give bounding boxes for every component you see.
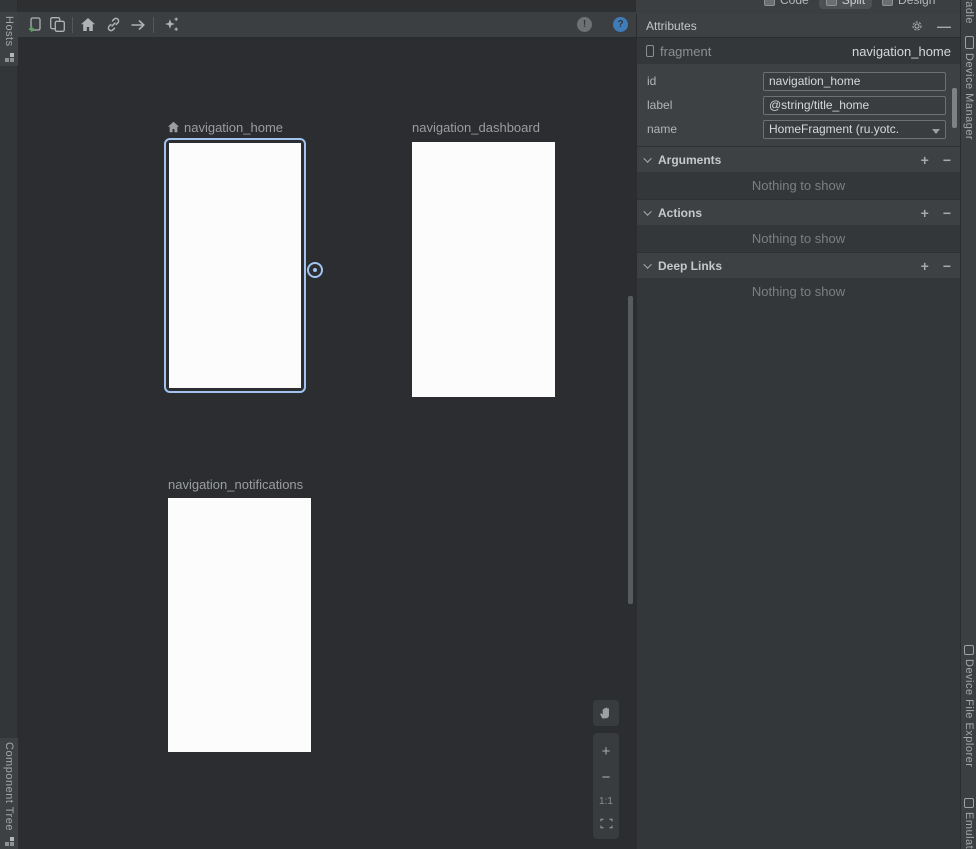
- emulator-icon: [964, 798, 974, 808]
- selected-component-row: fragment navigation_home: [637, 38, 960, 64]
- design-icon: [882, 0, 893, 6]
- section-header-actions[interactable]: Actions + −: [637, 199, 960, 225]
- canvas-vertical-scrollbar[interactable]: [628, 296, 633, 604]
- chevron-down-icon: [932, 129, 940, 134]
- gear-icon[interactable]: [910, 19, 924, 33]
- tab-code[interactable]: Code: [764, 0, 809, 7]
- panel-scrollbar[interactable]: [952, 88, 957, 128]
- tool-window-tab-device-file-explorer[interactable]: Device File Explorer: [961, 645, 976, 767]
- editor-tabs-strip: Code Split Design: [636, 0, 960, 14]
- id-field[interactable]: [763, 72, 946, 91]
- zoom-in-button[interactable]: +: [602, 744, 611, 759]
- destination-preview-home: [169, 143, 301, 388]
- new-destination-icon: [27, 16, 44, 33]
- home-icon: [80, 17, 96, 32]
- hand-pan-icon: [599, 706, 613, 720]
- hosts-icon: [4, 52, 14, 62]
- actions-empty-state: Nothing to show: [637, 225, 960, 252]
- link-icon: [105, 16, 122, 33]
- nav-graph-canvas[interactable]: navigation_home navigation_dashboard nav…: [18, 38, 636, 849]
- navigation-editor-window: Hosts Component Tree Code Split Design: [0, 0, 976, 849]
- section-header-arguments[interactable]: Arguments + −: [637, 146, 960, 172]
- tool-window-tab-device-manager[interactable]: Device Manager: [961, 36, 976, 140]
- remove-deep-link-button[interactable]: −: [943, 259, 951, 273]
- destination-card-home[interactable]: [164, 138, 306, 393]
- destination-label-home: navigation_home: [167, 119, 283, 135]
- nested-graph-icon: [49, 16, 66, 33]
- component-type: fragment: [660, 44, 711, 59]
- destination-label-dashboard: navigation_dashboard: [412, 119, 540, 135]
- deep-links-empty-state: Nothing to show: [637, 278, 960, 305]
- toolbar-separator: [72, 17, 73, 33]
- zoom-controls: + − 1:1: [593, 733, 619, 839]
- attribute-fields: id label name HomeFragment (ru.yotc.: [637, 64, 960, 146]
- code-icon: [764, 0, 775, 6]
- component-tree-tab-label: Component Tree: [3, 742, 15, 831]
- component-tree-icon: [4, 836, 14, 846]
- remove-action-button[interactable]: −: [943, 206, 951, 220]
- add-action-button[interactable]: +: [921, 206, 929, 220]
- hide-panel-icon[interactable]: —: [937, 19, 951, 33]
- add-deep-link-button[interactable]: +: [921, 259, 929, 273]
- deep-link-button[interactable]: [102, 14, 124, 36]
- canvas-top-strip: [18, 0, 636, 12]
- action-button[interactable]: [127, 14, 149, 36]
- zoom-out-button[interactable]: −: [602, 770, 611, 785]
- zoom-to-100-button[interactable]: 1:1: [599, 796, 613, 807]
- magic-sparkle-icon: [162, 16, 180, 33]
- tool-window-tab-hosts[interactable]: Hosts: [0, 12, 18, 66]
- chevron-down-icon: [643, 154, 651, 162]
- toolbar-right-icons: ! ?: [577, 17, 636, 32]
- tool-window-tab-emulator[interactable]: Emulator: [961, 798, 976, 849]
- right-tool-stripe: Gradle Device Manager Device File Explor…: [960, 0, 976, 849]
- device-file-explorer-icon: [964, 645, 974, 655]
- auto-arrange-button[interactable]: [160, 14, 182, 36]
- label-field[interactable]: [763, 96, 946, 115]
- hosts-tab-label: Hosts: [3, 16, 15, 47]
- action-handle[interactable]: [307, 262, 323, 278]
- name-field-label: name: [647, 122, 763, 136]
- arrow-right-icon: [130, 18, 146, 32]
- destination-label-notifications: navigation_notifications: [168, 476, 303, 492]
- attributes-panel-header: Attributes —: [637, 14, 960, 38]
- new-destination-button[interactable]: [24, 14, 46, 36]
- assign-start-destination-button[interactable]: [77, 14, 99, 36]
- fragment-icon: [646, 45, 654, 57]
- arguments-empty-state: Nothing to show: [637, 172, 960, 199]
- toolbar-separator: [153, 17, 154, 33]
- warnings-badge[interactable]: !: [577, 17, 592, 32]
- split-icon: [826, 0, 837, 6]
- attributes-panel-title: Attributes: [646, 19, 697, 33]
- id-field-label: id: [647, 74, 763, 88]
- name-dropdown[interactable]: HomeFragment (ru.yotc.: [763, 120, 946, 139]
- attribute-row-id: id: [647, 70, 946, 92]
- attributes-panel: Attributes — fragment navigation_home id…: [636, 14, 960, 849]
- left-tool-stripe: Hosts Component Tree: [0, 0, 18, 849]
- tab-split[interactable]: Split: [819, 0, 872, 9]
- label-field-label: label: [647, 98, 763, 112]
- zoom-to-fit-icon[interactable]: [600, 818, 613, 829]
- destination-card-notifications[interactable]: [168, 498, 311, 752]
- remove-argument-button[interactable]: −: [943, 153, 951, 167]
- pan-button[interactable]: [593, 700, 619, 726]
- section-header-deep-links[interactable]: Deep Links + −: [637, 252, 960, 278]
- component-id: navigation_home: [852, 44, 951, 59]
- attribute-row-name: name HomeFragment (ru.yotc.: [647, 118, 946, 140]
- add-argument-button[interactable]: +: [921, 153, 929, 167]
- nested-graph-button[interactable]: [46, 14, 68, 36]
- chevron-down-icon: [643, 260, 651, 268]
- tool-window-tab-component-tree[interactable]: Component Tree: [0, 738, 18, 849]
- attribute-row-label: label: [647, 94, 946, 116]
- nav-editor-toolbar: ! ?: [18, 12, 636, 38]
- editor-mode-tabs: Code Split Design: [764, 0, 935, 11]
- destination-card-dashboard[interactable]: [412, 142, 555, 397]
- tool-window-tab-gradle[interactable]: Gradle: [961, 0, 976, 24]
- help-button[interactable]: ?: [613, 17, 628, 32]
- chevron-down-icon: [643, 207, 651, 215]
- tab-design[interactable]: Design: [882, 0, 935, 7]
- device-manager-icon: [965, 36, 974, 49]
- start-destination-home-icon: [167, 121, 180, 133]
